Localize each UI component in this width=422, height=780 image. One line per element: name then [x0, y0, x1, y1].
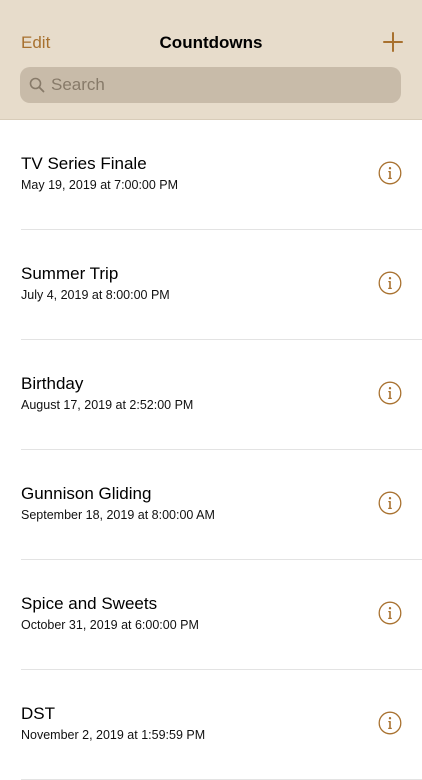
list-item[interactable]: Summer Trip July 4, 2019 at 8:00:00 PM [0, 230, 422, 340]
list-item[interactable]: Birthday August 17, 2019 at 2:52:00 PM [0, 340, 422, 450]
info-icon[interactable] [378, 601, 402, 625]
list-item[interactable]: Spice and Sweets October 31, 2019 at 6:0… [0, 560, 422, 670]
countdown-name: DST [21, 704, 55, 723]
plus-icon[interactable] [382, 31, 404, 53]
countdown-date: May 19, 2019 at 7:00:00 PM [21, 178, 179, 192]
search-bar[interactable] [20, 67, 401, 103]
countdown-name: Spice and Sweets [21, 594, 158, 613]
info-icon[interactable] [378, 381, 402, 405]
countdown-date: October 31, 2019 at 6:00:00 PM [21, 618, 199, 632]
search-icon [29, 77, 45, 93]
countdown-date: November 2, 2019 at 1:59:59 PM [21, 728, 206, 742]
list-item[interactable]: Gunnison Gliding September 18, 2019 at 8… [0, 450, 422, 560]
countdown-name: Summer Trip [21, 264, 119, 283]
info-icon[interactable] [378, 271, 402, 295]
list-item[interactable]: TV Series Finale May 19, 2019 at 7:00:00… [0, 120, 422, 230]
countdown-list: TV Series Finale May 19, 2019 at 7:00:00… [0, 120, 422, 780]
countdown-name: Birthday [21, 374, 84, 393]
search-input[interactable] [51, 75, 401, 95]
info-icon[interactable] [378, 161, 402, 185]
countdown-date: September 18, 2019 at 8:00:00 AM [21, 508, 215, 522]
countdown-date: August 17, 2019 at 2:52:00 PM [21, 398, 194, 412]
navigation-bar: Edit Countdowns [0, 0, 422, 120]
info-icon[interactable] [378, 711, 402, 735]
list-item[interactable]: DST November 2, 2019 at 1:59:59 PM [0, 670, 422, 780]
countdown-name: TV Series Finale [21, 154, 147, 173]
countdown-date: July 4, 2019 at 8:00:00 PM [21, 288, 170, 302]
info-icon[interactable] [378, 491, 402, 515]
page-title: Countdowns [159, 33, 263, 52]
countdown-name: Gunnison Gliding [21, 484, 152, 503]
